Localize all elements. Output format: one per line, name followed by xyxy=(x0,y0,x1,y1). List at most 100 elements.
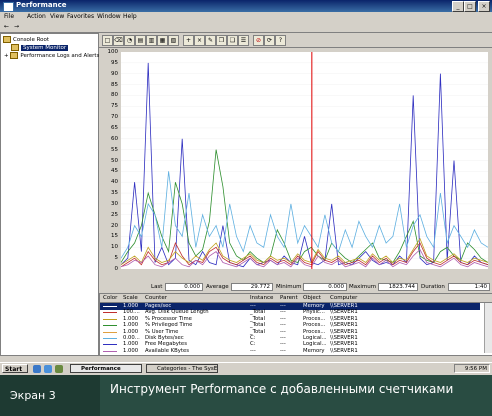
y-tick-label: 45 xyxy=(111,168,118,175)
ie-icon[interactable] xyxy=(33,365,41,373)
counter-computer: \\SERVER1 xyxy=(330,315,358,322)
app-icon xyxy=(3,2,14,12)
taskbar-performance-button[interactable]: Performance xyxy=(70,364,142,373)
y-tick-label: 10 xyxy=(111,244,118,251)
counter-counter: Available KBytes xyxy=(145,347,189,354)
counter-object: Proces... xyxy=(303,328,326,335)
col-scale[interactable]: Scale xyxy=(123,295,138,301)
tree-item-system-monitor[interactable]: System Monitor xyxy=(11,44,69,51)
col-instance[interactable]: Instance xyxy=(250,295,273,301)
close-button[interactable]: × xyxy=(478,1,490,12)
tree-item-console-root[interactable]: Console Root xyxy=(3,36,49,43)
properties-icon[interactable]: ☰ xyxy=(238,35,249,46)
screen: Performance _ □ × File Action View Favor… xyxy=(0,0,492,416)
counter-object: Memory xyxy=(303,303,325,309)
counter-counter: % Processor Time xyxy=(145,315,192,322)
tree-item-label: System Monitor xyxy=(21,45,69,51)
counter-instance: --- xyxy=(250,347,256,354)
menu-window[interactable]: Window xyxy=(97,13,121,20)
counter-scale: 0.00... xyxy=(123,335,140,341)
minimize-button[interactable]: _ xyxy=(452,1,464,12)
counter-color-swatch xyxy=(103,338,117,339)
y-tick-label: 100 xyxy=(107,49,119,55)
menu-favorites[interactable]: Favorites xyxy=(67,13,94,20)
freeze-icon[interactable]: ⊘ xyxy=(253,35,264,46)
maximum-value: 1823.744 xyxy=(378,283,418,291)
counter-scale: 1.000 xyxy=(123,328,139,335)
counter-instance: C: xyxy=(250,335,256,341)
folder-icon xyxy=(3,36,11,43)
counter-parent: --- xyxy=(280,347,286,354)
chart-area: 100 95 90 85 80 75 70 65 60 55 50 45 40 35 30 25 20 15 10 5… xyxy=(99,48,492,282)
back-icon[interactable]: ← xyxy=(4,23,9,30)
y-tick-label: 55 xyxy=(111,146,118,153)
counter-row[interactable]: 1.000 Available KBytes --- --- Memory \\SERVE… xyxy=(100,348,480,355)
counter-instance: _Total xyxy=(250,328,266,335)
expand-icon[interactable]: + xyxy=(4,53,9,59)
duration-value: 1:40 xyxy=(448,283,490,291)
minimum-value: 0.000 xyxy=(303,283,347,291)
taskbar-categories-button[interactable]: Categories - The SysEdC... xyxy=(146,364,218,373)
start-button[interactable]: Start xyxy=(2,364,28,373)
stats-bar: Last 0.000 Average 29.772 Minimum 0.000 … xyxy=(99,282,492,292)
counter-instance: --- xyxy=(250,303,256,309)
average-value: 29.772 xyxy=(231,283,273,291)
average-label: Average xyxy=(206,284,229,290)
help-icon[interactable]: ? xyxy=(275,35,286,46)
add-icon[interactable]: + xyxy=(183,35,194,46)
col-parent[interactable]: Parent xyxy=(280,295,298,301)
counter-parent: --- xyxy=(280,303,286,309)
current-activity-icon[interactable]: ◔ xyxy=(124,35,135,46)
caption-label-box: Экран 3 xyxy=(0,375,100,416)
delete-icon[interactable]: × xyxy=(194,35,205,46)
view-report-icon[interactable]: ▧ xyxy=(168,35,179,46)
y-tick-label: 35 xyxy=(111,190,118,197)
highlight-icon[interactable]: ✎ xyxy=(205,35,216,46)
view-histogram-icon[interactable]: ▦ xyxy=(157,35,168,46)
y-tick-label: 15 xyxy=(111,233,118,240)
counter-parent: --- xyxy=(280,322,286,329)
counter-instance: C: xyxy=(250,341,256,348)
counter-counter: % User Time xyxy=(145,328,179,335)
menu-file[interactable]: File xyxy=(4,13,14,20)
tree-item-label: Performance Logs and Alerts xyxy=(20,53,100,59)
y-tick-label: 95 xyxy=(111,59,118,66)
forward-icon[interactable]: → xyxy=(14,23,19,30)
chart-plot xyxy=(120,52,489,269)
counter-object: Proces... xyxy=(303,315,326,322)
console-tree: Console Root System Monitor + Performanc… xyxy=(0,33,99,356)
y-tick-label: 70 xyxy=(111,114,118,121)
explorer-icon[interactable] xyxy=(55,365,63,373)
view-log-icon[interactable]: ▤ xyxy=(135,35,146,46)
desktop-icon[interactable] xyxy=(44,365,52,373)
last-label: Last xyxy=(151,284,163,290)
col-color[interactable]: Color xyxy=(103,295,117,301)
col-object[interactable]: Object xyxy=(303,295,321,301)
counter-computer: \\SERVER1 xyxy=(330,303,358,309)
counter-list-scrollbar[interactable] xyxy=(484,303,492,353)
maximize-button[interactable]: □ xyxy=(464,1,476,12)
view-graph-icon[interactable]: ▥ xyxy=(146,35,157,46)
y-tick-label: 40 xyxy=(111,179,118,186)
y-tick-label: 60 xyxy=(111,135,118,142)
paste-icon[interactable]: ❏ xyxy=(227,35,238,46)
update-icon[interactable]: ⟳ xyxy=(264,35,275,46)
clear-icon[interactable]: ⌫ xyxy=(113,35,124,46)
tree-item-performance-logs[interactable]: + Performance Logs and Alerts xyxy=(4,52,99,59)
y-tick-label: 5 xyxy=(114,255,119,262)
menu-help[interactable]: Help xyxy=(123,13,137,20)
menu-view[interactable]: View xyxy=(50,13,64,20)
menu-action[interactable]: Action xyxy=(27,13,46,20)
counter-counter: % Privileged Time xyxy=(145,322,193,329)
counter-list: Color Scale Counter Instance Parent Obje… xyxy=(99,293,492,356)
counter-parent: --- xyxy=(280,315,286,322)
new-icon[interactable]: □ xyxy=(102,35,113,46)
y-tick-label: 75 xyxy=(111,103,118,110)
maximum-label: Maximum xyxy=(349,284,377,290)
copy-icon[interactable]: ❐ xyxy=(216,35,227,46)
col-counter[interactable]: Counter xyxy=(145,295,167,301)
counter-scale: 1.000 xyxy=(123,303,139,309)
title-bar[interactable]: Performance _ □ × xyxy=(0,0,492,12)
col-computer[interactable]: Computer xyxy=(330,295,357,301)
counter-color-swatch xyxy=(103,312,117,314)
